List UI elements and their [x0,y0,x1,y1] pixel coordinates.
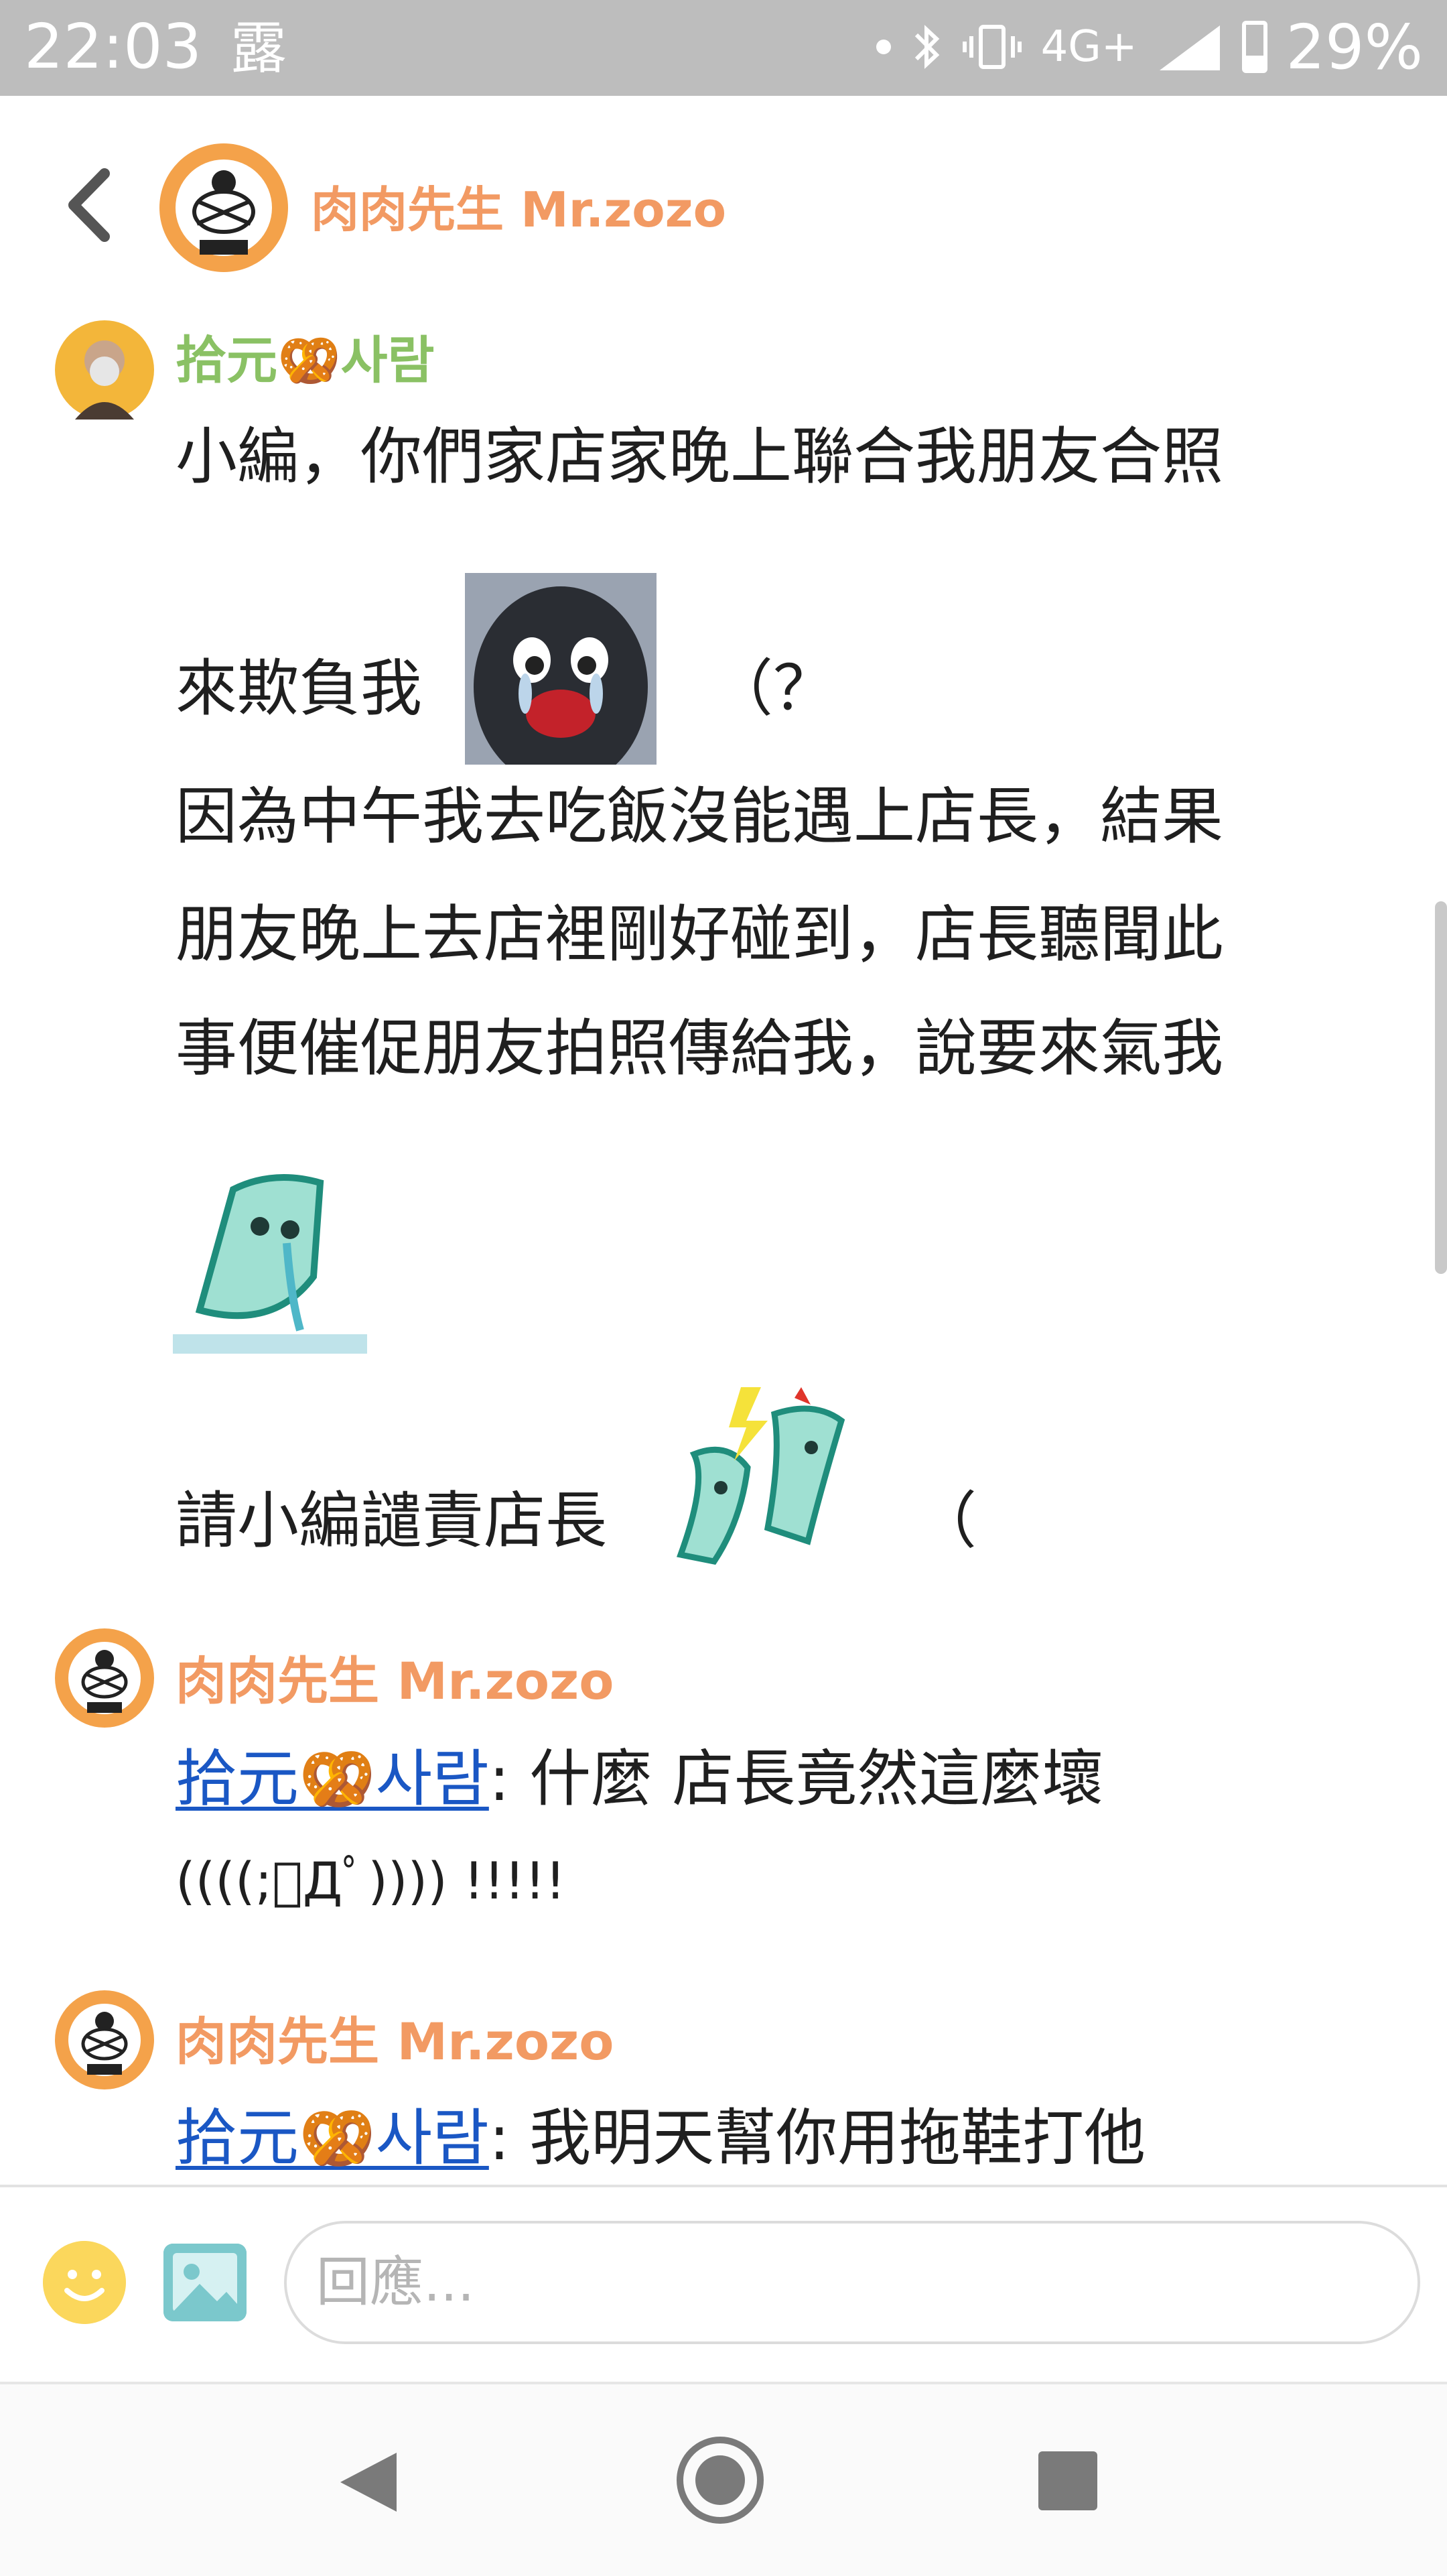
reply-body: : 什麼 店長竟然這麼壞 [488,1743,1104,1815]
message-text: 來欺負我 [176,653,423,724]
message-text: 請小編譴責店長 [176,1485,608,1557]
chat-header: 肉肉先生 Mr.zozo [0,96,1447,324]
message-text: 小編，你們家店家晚上聯合我朋友合照 [176,421,1224,493]
status-right: 4G+ 29% [857,11,1423,83]
reply-input[interactable]: 回應... [284,2221,1420,2344]
page-avatar[interactable] [55,1628,154,1728]
page-avatar[interactable] [158,142,289,273]
reply-text-emoticon: ((((;ﾟДﾟ)))) !!!!! [176,1851,566,1911]
signal-icon [1159,25,1220,70]
sender-name[interactable]: 拾元🥨사람 [176,330,434,391]
nav-recents-icon[interactable] [1038,2451,1097,2510]
network-type: 4G+ [1040,22,1138,72]
image-icon[interactable] [163,2244,247,2321]
back-arrow-icon[interactable] [54,168,127,242]
crying-sticker [173,1174,367,1354]
nav-home-icon[interactable] [677,2437,764,2524]
bluetooth-icon [914,25,939,69]
message-text: 朋友晚上去店裡剛好碰到，店長聽聞此 [176,899,1224,970]
reply-text: 拾元🥨사람: 什麼 店長竟然這麼壞 [176,1742,1103,1816]
reply-body: : 我明天幫你用拖鞋打他 [488,2102,1146,2174]
user-avatar[interactable] [55,320,154,420]
vibrate-icon [962,25,1022,69]
message-text: 事便催促朋友拍照傳給我，說要來氣我 [176,1013,1224,1084]
system-nav-bar [0,2382,1447,2576]
scrollbar[interactable] [1435,901,1447,1274]
penguin-sticker [465,573,657,765]
page-avatar[interactable] [55,1990,154,2089]
battery-icon [1241,21,1267,73]
status-bar: 22:03 露 4G+ 29% [0,0,1447,96]
mention-link[interactable]: 拾元🥨사람 [176,2102,489,2174]
sender-name[interactable]: 肉肉先生 Mr.zozo [176,1651,614,1712]
page-title: 肉肉先生 Mr.zozo [311,182,727,238]
sender-name[interactable]: 肉肉先生 Mr.zozo [176,2012,614,2072]
notification-icon: 露 [230,15,287,81]
message-text: （？ [711,653,835,724]
nav-back-icon[interactable] [335,2449,402,2516]
fighting-sticker [676,1387,845,1565]
emoji-icon[interactable] [43,2241,126,2324]
battery-level: 29% [1286,11,1423,83]
reply-bar: 回應... [0,2187,1447,2382]
message-text: 因為中午我去吃飯沒能遇上店長，結果 [176,781,1224,852]
dot-icon [876,40,891,54]
reply-text: 拾元🥨사람: 我明天幫你用拖鞋打他 [176,2102,1146,2175]
message-text: （ [915,1485,977,1557]
mention-link[interactable]: 拾元🥨사람 [176,1743,489,1815]
status-time: 22:03 [24,11,202,82]
